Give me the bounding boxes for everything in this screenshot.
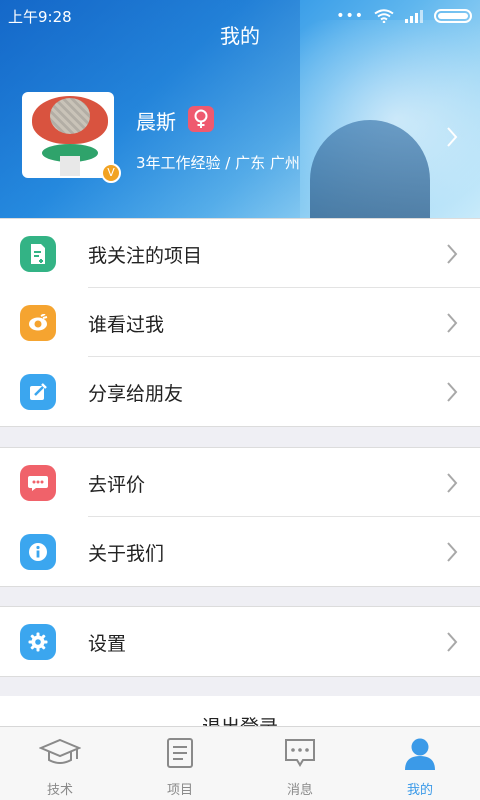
follow-project-icon [20,236,56,272]
profile-chevron-right-icon[interactable] [446,126,458,152]
message-icon [240,737,360,769]
avatar-image-face [50,98,90,134]
tab-label: 项目 [166,783,193,798]
gear-icon [20,624,56,660]
menu-item-share[interactable]: 分享给朋友 [0,357,480,426]
avatar[interactable] [22,92,114,178]
chevron-right-icon [446,631,458,657]
menu-item-label: 设置 [88,633,127,655]
chevron-right-icon [446,472,458,498]
tab-label: 消息 [286,783,313,798]
bottom-tab-bar: 技术 项目 消息 我的 [0,726,480,800]
vip-badge: V [101,163,121,183]
tab-mine[interactable]: 我的 [360,727,480,800]
tab-tech[interactable]: 技术 [0,727,120,800]
menu-group-2: 去评价 关于我们 [0,447,480,587]
menu-item-label: 去评价 [88,474,146,496]
chevron-right-icon [446,381,458,407]
page-title: 我的 [220,24,260,48]
menu-item-label: 关于我们 [88,543,165,565]
user-name: 晨斯 [136,110,176,134]
menu-item-settings[interactable]: 设置 [0,607,480,676]
chevron-right-icon [446,541,458,567]
tab-label: 我的 [406,783,433,798]
document-list-icon [120,737,240,769]
chevron-right-icon [446,243,458,269]
eye-icon [20,305,56,341]
menu-item-about-us[interactable]: 关于我们 [0,517,480,586]
menu-item-label: 我关注的项目 [88,245,203,267]
profile-header: 上午9:28 ••• 我的 V 晨斯 3年工作经验 / 广东 广州 [0,0,480,218]
info-icon [20,534,56,570]
menu-item-label: 谁看过我 [88,314,165,336]
user-meta: 3年工作经验 / 广东 广州 [136,154,300,172]
avatar-image-stem [60,156,80,176]
menu-group-3: 设置 [0,606,480,677]
share-icon [20,374,56,410]
graduation-cap-icon [0,737,120,769]
person-icon [360,737,480,771]
tab-messages[interactable]: 消息 [240,727,360,800]
comment-icon [20,465,56,501]
menu-item-who-viewed-me[interactable]: 谁看过我 [0,288,480,357]
tab-projects[interactable]: 项目 [120,727,240,800]
menu-item-label: 分享给朋友 [88,383,184,405]
menu-item-followed-projects[interactable]: 我关注的项目 [0,219,480,288]
female-gender-icon [188,106,214,132]
menu-item-rate[interactable]: 去评价 [0,448,480,517]
menu-group-1: 我关注的项目 谁看过我 分享给朋友 [0,218,480,427]
tab-label: 技术 [46,783,73,798]
chevron-right-icon [446,312,458,338]
